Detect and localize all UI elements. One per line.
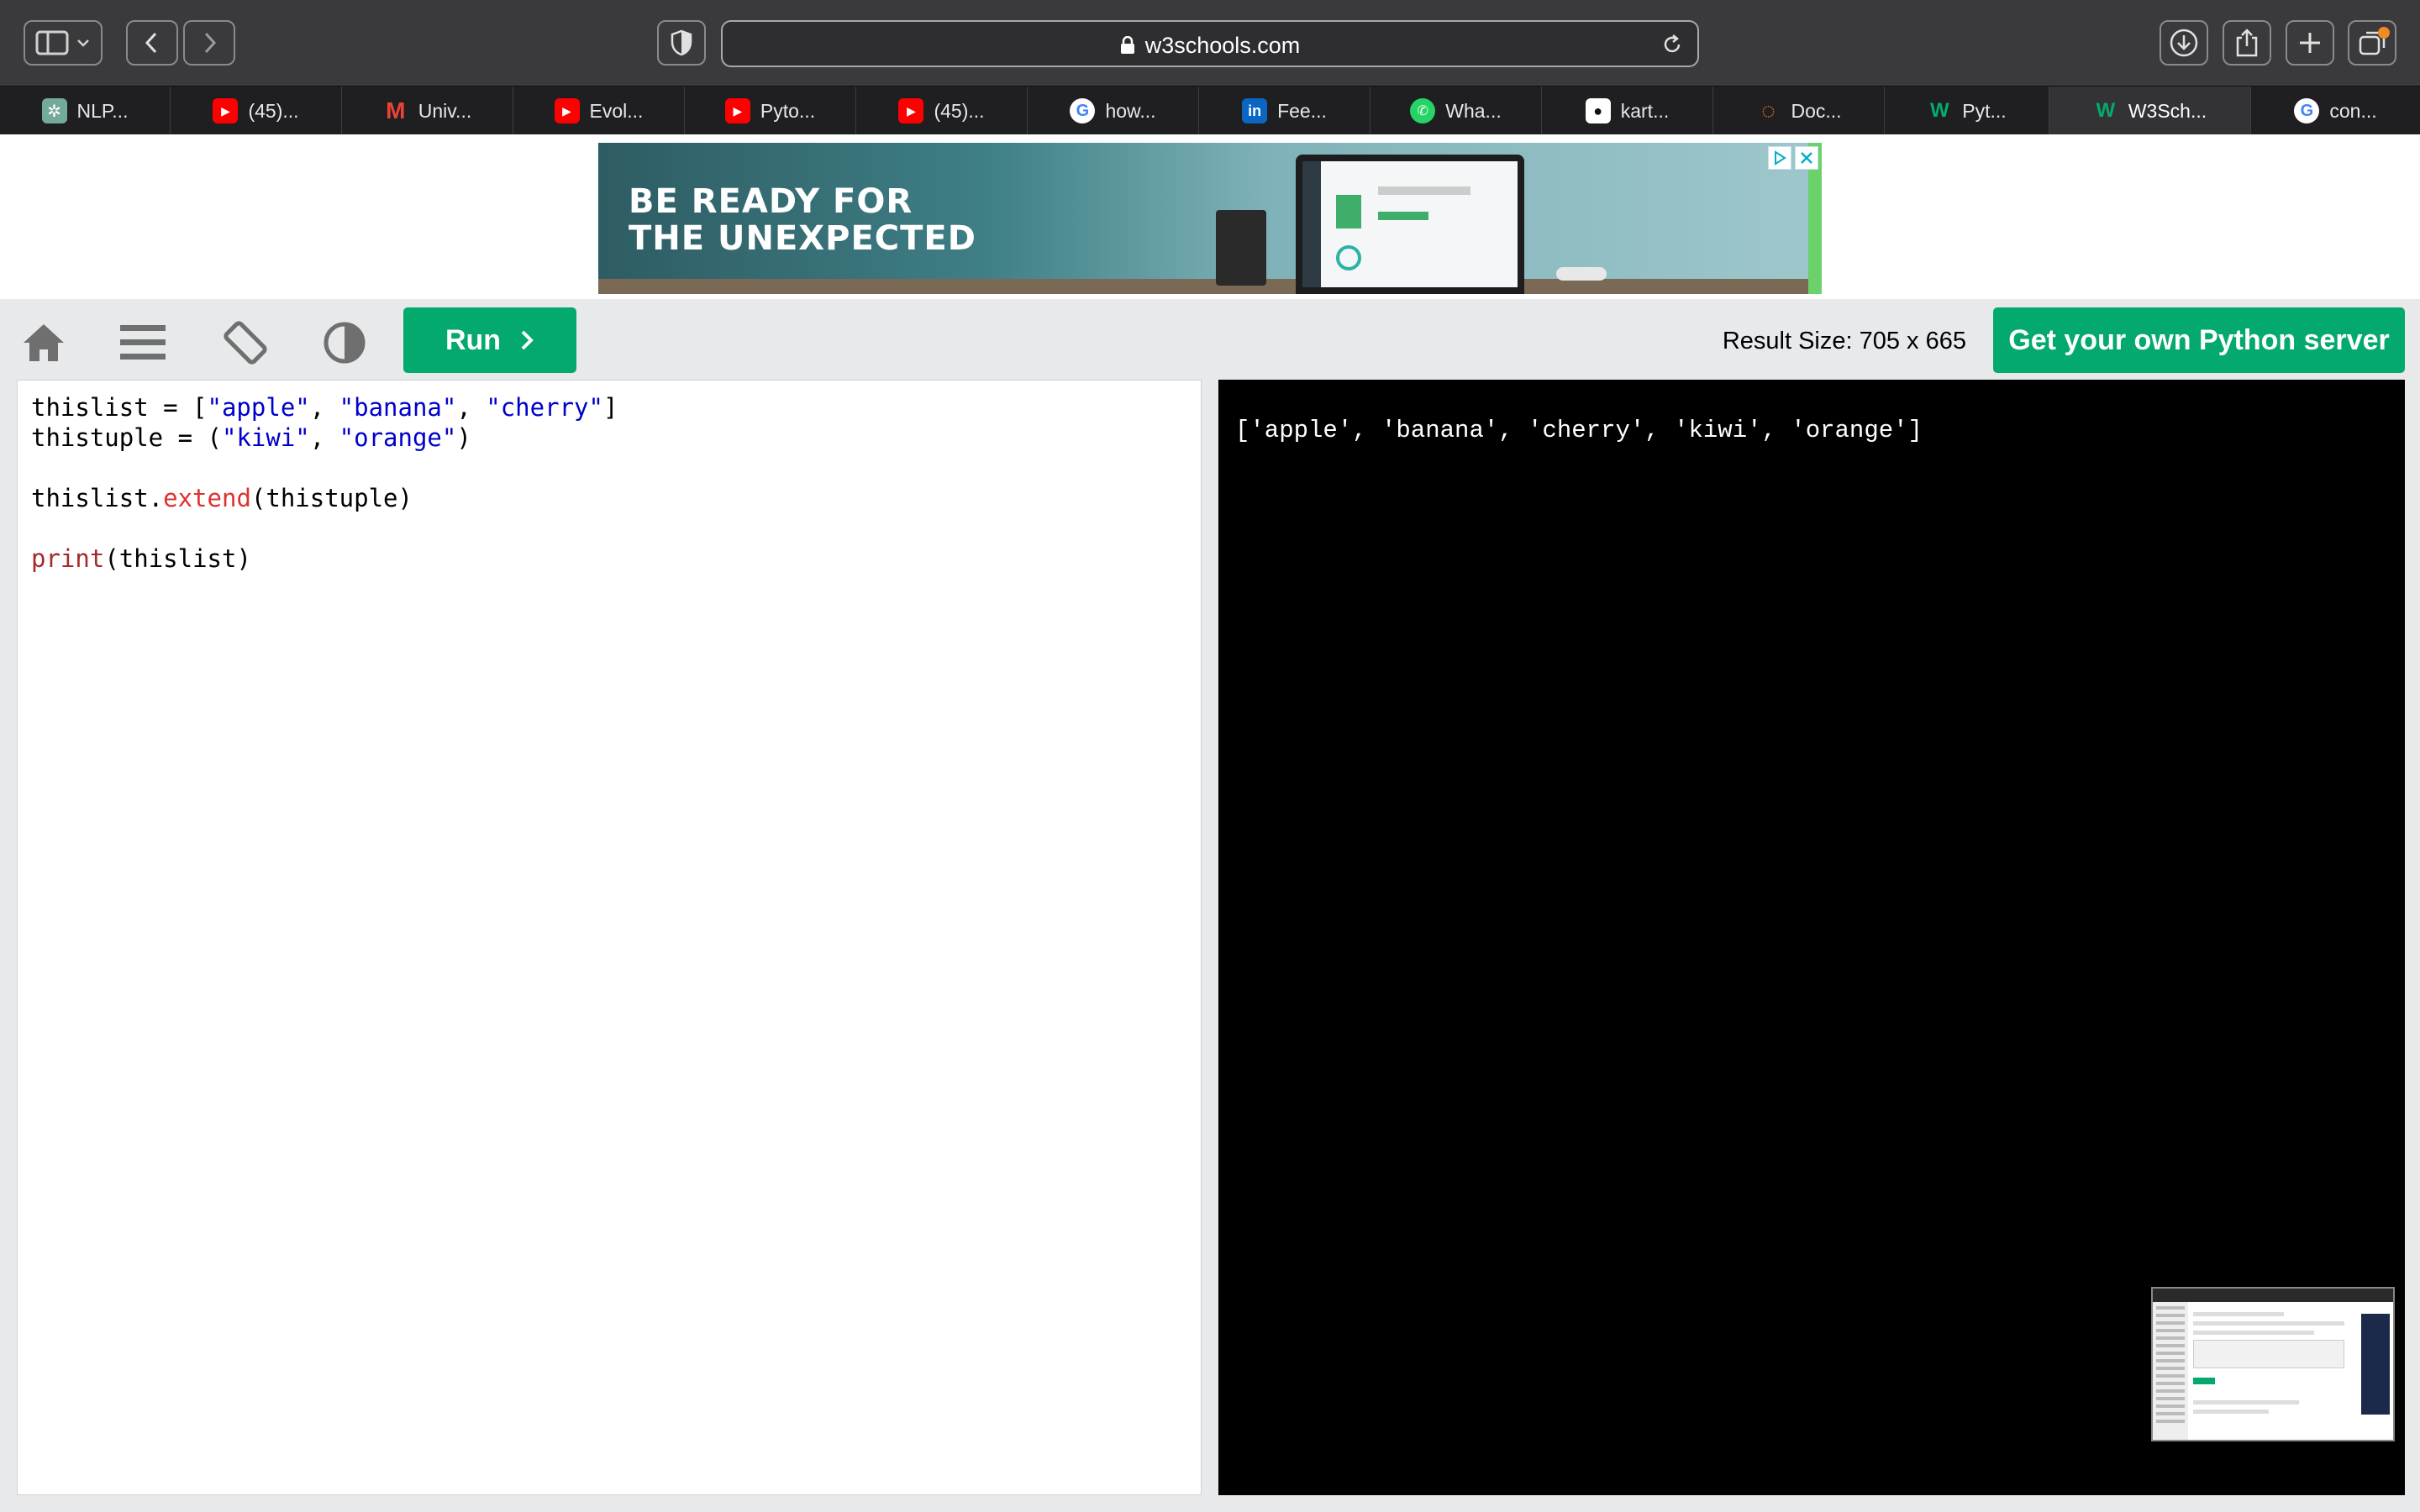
ad-controls	[1768, 146, 1818, 170]
tab-whatsapp[interactable]: ✆ Wha...	[1370, 87, 1542, 135]
tab-label: Wha...	[1445, 99, 1502, 122]
back-button[interactable]	[126, 20, 178, 66]
linkedin-icon: in	[1242, 98, 1268, 123]
run-button[interactable]: Run	[403, 307, 576, 373]
tab-label: Pyto...	[760, 99, 816, 122]
sidebar-icon	[35, 30, 69, 55]
tab-label: W3Sch...	[2128, 99, 2207, 122]
chevron-right-icon	[204, 32, 217, 54]
code-line-6: print(thislist)	[31, 544, 251, 573]
chevron-down-icon	[77, 39, 89, 47]
tab-strip: ✲ NLP... ▶ (45)... M Univ... ▶ Evol... ▶…	[0, 86, 2420, 135]
tab-label: Univ...	[418, 99, 472, 122]
tab-label: Fee...	[1277, 99, 1327, 122]
youtube-icon: ▶	[554, 98, 580, 123]
code-content[interactable]: thislist = ["apple", "banana", "cherry"]…	[31, 392, 618, 574]
tab-google-1[interactable]: G how...	[1028, 87, 1199, 135]
notification-dot	[2378, 27, 2390, 39]
youtube-icon: ▶	[724, 98, 750, 123]
tab-label: Evol...	[589, 99, 644, 122]
page-preview-thumbnail[interactable]	[2151, 1287, 2395, 1441]
tab-label: (45)...	[248, 99, 299, 122]
tab-google-2[interactable]: G con...	[2251, 87, 2420, 135]
tab-github[interactable]: ● kart...	[1542, 87, 1713, 135]
tab-gmail[interactable]: M Univ...	[342, 87, 513, 135]
theme-toggle-button[interactable]	[319, 318, 370, 368]
address-bar[interactable]: w3schools.com	[721, 20, 1699, 67]
lock-icon	[1120, 36, 1134, 54]
privacy-shield-button[interactable]	[657, 20, 706, 66]
contrast-icon	[324, 322, 366, 364]
run-label: Run	[445, 323, 502, 356]
tab-youtube-1[interactable]: ▶ (45)...	[171, 87, 342, 135]
tab-label: how...	[1105, 99, 1156, 122]
adchoices-icon[interactable]	[1768, 146, 1791, 170]
chevron-left-icon	[145, 32, 157, 54]
reload-icon[interactable]	[1660, 33, 1684, 56]
google-icon: G	[2294, 98, 2320, 123]
result-panel: ['apple', 'banana', 'cherry', 'kiwi', 'o…	[1218, 380, 2405, 1495]
url-text: w3schools.com	[1144, 33, 1301, 58]
plus-icon	[2300, 33, 2320, 53]
browser-toolbar: w3schools.com	[0, 0, 2420, 86]
downloads-button[interactable]	[2160, 20, 2208, 66]
tab-w3schools-active[interactable]: W W3Sch...	[2049, 87, 2251, 135]
forward-button[interactable]	[183, 20, 235, 66]
home-button[interactable]	[18, 318, 69, 368]
share-button[interactable]	[2223, 20, 2271, 66]
rotate-layout-button[interactable]	[220, 318, 271, 368]
github-icon: ●	[1585, 98, 1611, 123]
code-line-4: thislist.extend(thistuple)	[31, 484, 413, 512]
tab-youtube-3[interactable]: ▶ Pyto...	[685, 87, 856, 135]
tab-label: (45)...	[934, 99, 985, 122]
ad-close-icon[interactable]	[1795, 146, 1818, 170]
download-icon	[2170, 29, 2198, 57]
program-output: ['apple', 'banana', 'cherry', 'kiwi', 'o…	[1235, 417, 1923, 444]
home-icon	[24, 324, 64, 361]
tab-overview-button[interactable]	[2348, 20, 2396, 66]
sidebar-toggle-button[interactable]	[24, 20, 103, 66]
tab-youtube-2[interactable]: ▶ Evol...	[513, 87, 685, 135]
rotate-device-icon	[224, 321, 267, 365]
tab-youtube-4[interactable]: ▶ (45)...	[856, 87, 1028, 135]
advertisement-banner[interactable]: BE READY FOR THE UNEXPECTED	[598, 143, 1822, 294]
tab-nlp[interactable]: ✲ NLP...	[0, 87, 171, 135]
pencil-cup-image	[1216, 210, 1266, 286]
tab-label: Doc...	[1791, 99, 1842, 122]
tab-jupyter[interactable]: ◌ Doc...	[1713, 87, 1885, 135]
menu-button[interactable]	[118, 318, 168, 368]
shield-icon	[671, 29, 692, 56]
code-editor[interactable]: thislist = ["apple", "banana", "cherry"]…	[17, 380, 1202, 1495]
tab-linkedin[interactable]: in Fee...	[1199, 87, 1370, 135]
tab-w3schools-python[interactable]: W Pyt...	[1885, 87, 2049, 135]
youtube-icon: ▶	[898, 98, 924, 123]
get-own-server-button[interactable]: Get your own Python server	[1993, 307, 2405, 373]
google-icon: G	[1070, 98, 1096, 123]
mug-image	[1556, 267, 1607, 281]
code-line-2: thistuple = ("kiwi", "orange")	[31, 423, 471, 452]
w3schools-icon: W	[2096, 99, 2116, 122]
share-icon	[2236, 29, 2258, 57]
code-line-1: thislist = ["apple", "banana", "cherry"]	[31, 393, 618, 422]
tab-label: kart...	[1620, 99, 1670, 122]
chevron-right-icon	[521, 330, 534, 350]
hamburger-icon	[120, 325, 166, 360]
openai-icon: ✲	[41, 98, 67, 123]
tab-label: Pyt...	[1962, 99, 2007, 122]
tryit-control-bar: Run Result Size: 705 x 665 Get your own …	[0, 299, 2420, 380]
gmail-icon: M	[386, 97, 406, 123]
jupyter-icon: ◌	[1761, 97, 1776, 123]
w3schools-icon: W	[1929, 99, 1949, 122]
ad-area: BE READY FOR THE UNEXPECTED	[0, 134, 2420, 299]
new-tab-button[interactable]	[2286, 20, 2334, 66]
tab-label: con...	[2329, 99, 2377, 122]
whatsapp-icon: ✆	[1410, 98, 1436, 123]
tab-label: NLP...	[76, 99, 129, 122]
ad-desk	[598, 279, 1822, 294]
laptop-image	[1296, 155, 1524, 294]
result-size-label: Result Size: 705 x 665	[1722, 328, 1966, 354]
youtube-icon: ▶	[213, 98, 239, 123]
ad-headline: BE READY FOR THE UNEXPECTED	[629, 182, 976, 258]
